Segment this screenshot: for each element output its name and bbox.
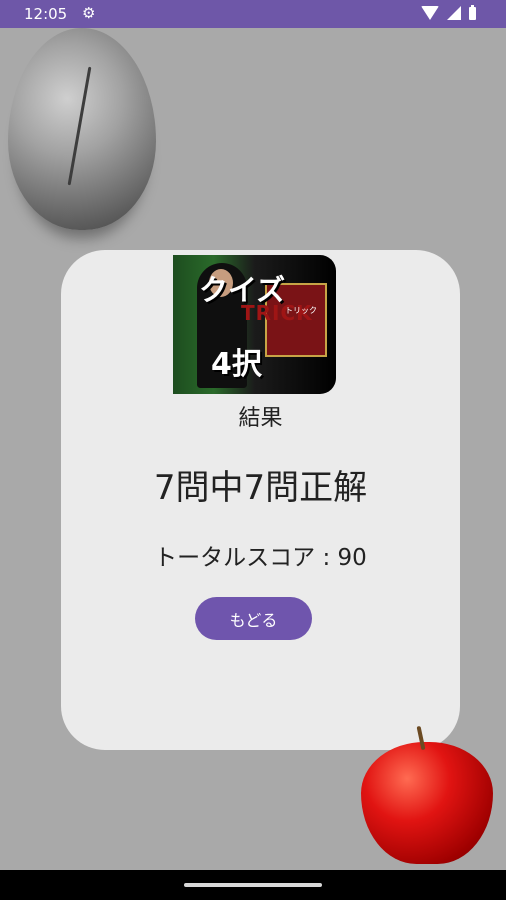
wifi-icon: [421, 6, 439, 20]
total-score: トータルスコア : 90: [154, 545, 367, 571]
logo-kana-text: トリック: [285, 306, 317, 315]
status-bar: 12:05 ⚙: [0, 0, 506, 28]
result-card: クイズ TRICK トリック 4択 結果 7問中7問正解 トータルスコア : 9…: [61, 250, 460, 750]
score-line: 7問中7問正解: [153, 468, 368, 508]
gear-icon: ⚙: [82, 4, 96, 22]
signal-icon: [447, 6, 461, 20]
result-title: 結果: [238, 406, 283, 431]
apple-decoration: [361, 725, 493, 864]
status-time: 12:05: [24, 5, 68, 23]
quiz-logo: クイズ TRICK トリック 4択: [173, 255, 336, 394]
back-button[interactable]: もどる: [195, 597, 312, 640]
egg-decoration: [8, 28, 156, 230]
egg-crack: [67, 66, 92, 186]
navigation-bar: [0, 870, 506, 900]
status-icons: [421, 4, 476, 20]
logo-choice-text: 4択: [211, 347, 262, 382]
home-indicator[interactable]: [184, 883, 322, 887]
battery-icon: [469, 4, 476, 20]
